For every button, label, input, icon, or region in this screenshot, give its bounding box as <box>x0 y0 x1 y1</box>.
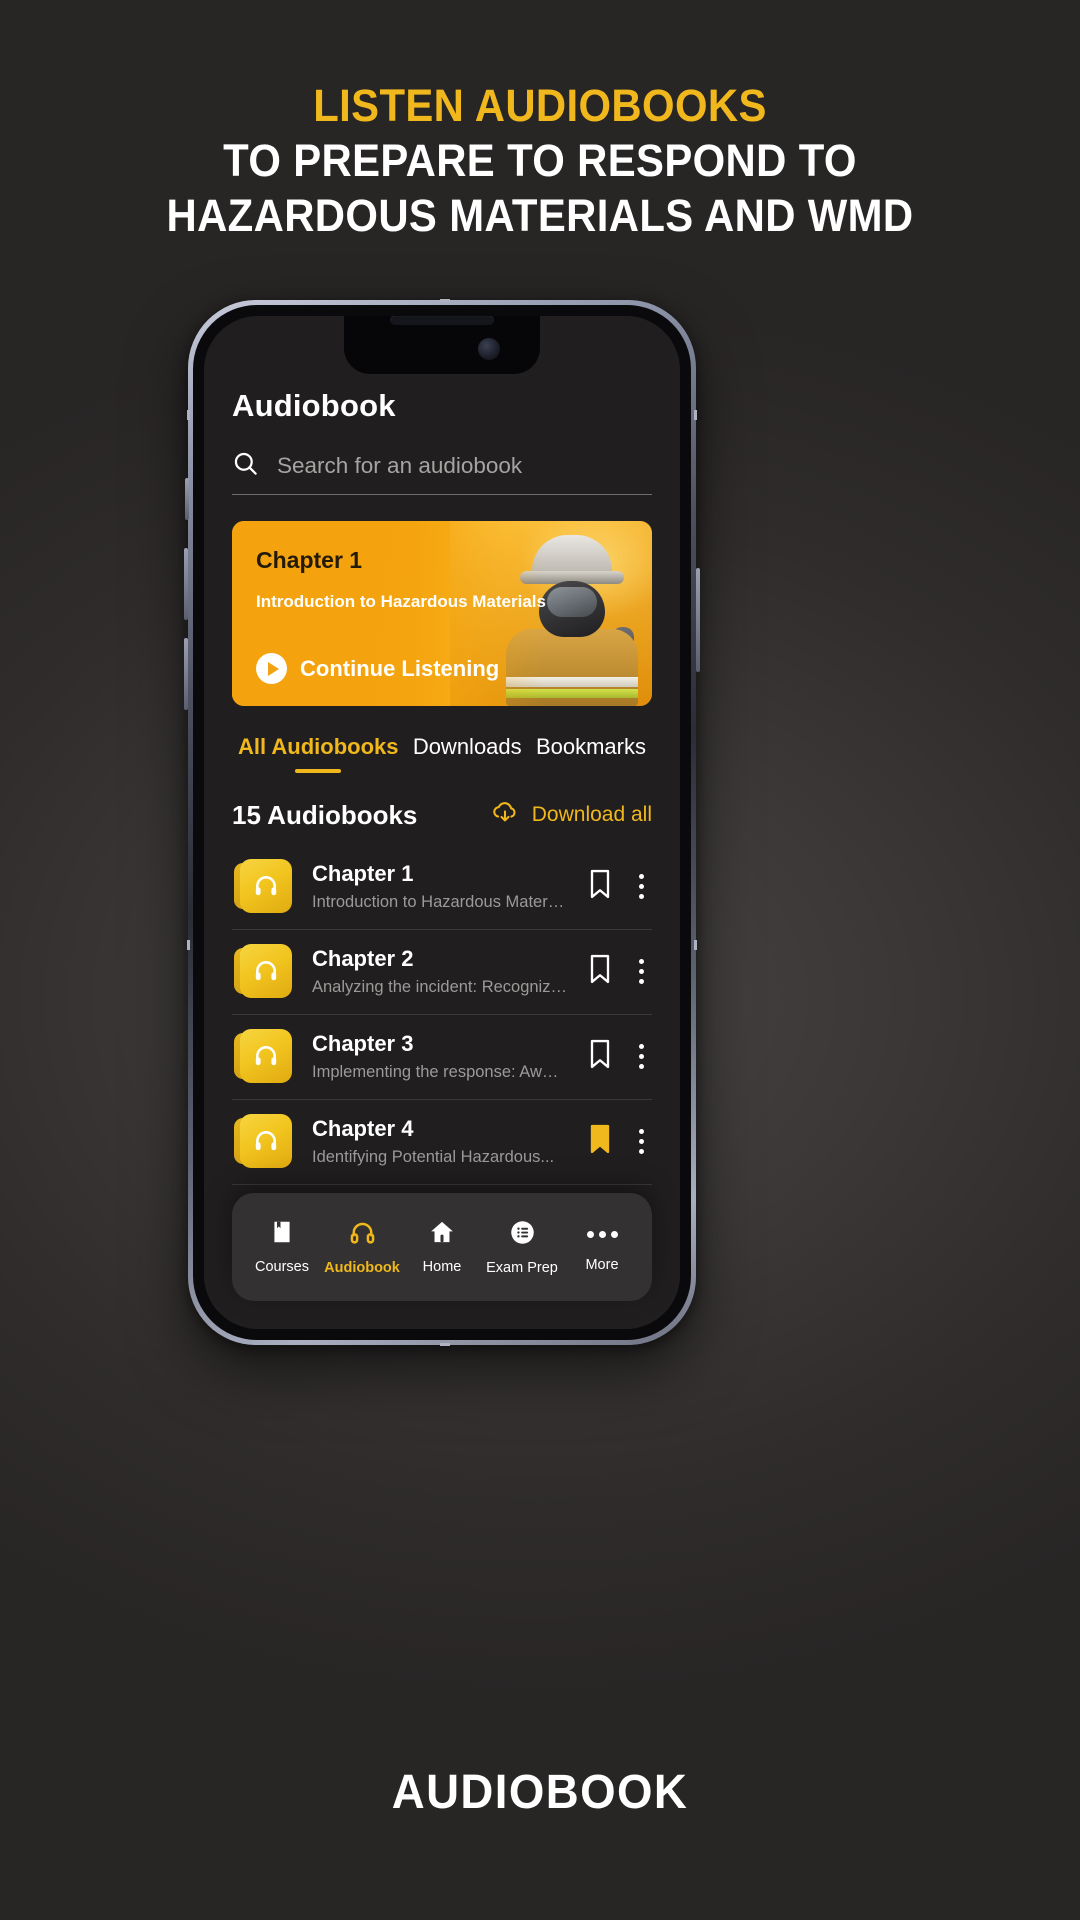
page-title: Audiobook <box>232 388 396 423</box>
bookmark-icon[interactable] <box>587 1038 613 1075</box>
table-row[interactable]: Chapter 3 Implementing the response: Awa… <box>232 1015 652 1100</box>
download-all-label: Download all <box>531 803 652 826</box>
search-input-placeholder[interactable]: Search for an audiobook <box>277 453 522 479</box>
row-more-options-icon[interactable] <box>633 955 650 988</box>
continue-listening-label: Continue Listening <box>300 655 500 681</box>
row-more-options-icon[interactable] <box>633 1125 650 1158</box>
list-circle-icon <box>509 1219 536 1251</box>
banner-subtitle: Introduction to Hazardous Materials <box>256 592 546 611</box>
antenna-line-right-bottom <box>694 940 697 950</box>
nav-item-audiobook[interactable]: Audiobook <box>324 1219 400 1276</box>
phone-screen: Audiobook Search for an audiobook Chapte… <box>204 316 680 1329</box>
table-row[interactable]: Chapter 1 Introduction to Hazardous Mate… <box>232 845 652 930</box>
nav-label-home: Home <box>422 1259 462 1275</box>
tab-bookmarks-label: Bookmarks <box>535 734 646 759</box>
antenna-line-right-top <box>694 410 697 420</box>
continue-listening-button[interactable]: Continue Listening <box>256 653 628 684</box>
footer-caption: AUDIOBOOK <box>391 1766 689 1819</box>
list-header: 15 Audiobooks Download all <box>232 799 652 831</box>
volume-up-button[interactable] <box>184 548 188 620</box>
front-camera-icon <box>478 338 500 360</box>
audiobook-thumbnail <box>234 1029 292 1083</box>
antenna-line-top <box>440 299 450 302</box>
row-subtitle: Introduction to Hazardous Materials <box>312 892 567 911</box>
nav-label-courses: Courses <box>255 1259 309 1275</box>
row-title: Chapter 3 <box>312 1030 414 1056</box>
earpiece-speaker <box>390 316 494 325</box>
row-subtitle: Identifying Potential Hazardous... <box>312 1147 555 1166</box>
audiobook-thumbnail <box>234 1114 292 1168</box>
row-subtitle: Analyzing the incident: Recognizing.... <box>312 977 567 996</box>
table-row[interactable]: Chapter 4 Identifying Potential Hazardou… <box>232 1100 652 1185</box>
nav-label-more: More <box>585 1256 619 1273</box>
headphones-icon <box>240 859 292 913</box>
antenna-line-left-bottom <box>187 940 190 950</box>
nav-label-audiobook: Audiobook <box>324 1259 400 1276</box>
headline-line-3: HAZARDOUS MATERIALS AND WMD <box>166 190 914 241</box>
row-subtitle: Implementing the response: Aware... <box>312 1062 567 1081</box>
download-all-button[interactable]: Download all <box>490 799 652 831</box>
tab-downloads-label: Downloads <box>412 734 522 759</box>
silent-switch[interactable] <box>185 478 189 520</box>
bookmark-icon[interactable] <box>587 868 613 905</box>
bookmark-icon[interactable] <box>587 953 613 990</box>
library-tabs: All Audiobooks Downloads Bookmarks <box>232 734 652 773</box>
headline-line-2: TO PREPARE TO RESPOND TO <box>223 135 857 186</box>
headline-line-1: LISTEN AUDIOBOOKS <box>313 80 767 131</box>
banner-title: Chapter 1 <box>256 547 363 573</box>
bottom-navigation-bar: Courses Audiobook Home Exam Prep More <box>232 1193 652 1301</box>
phone-mockup: Audiobook Search for an audiobook Chapte… <box>184 299 700 1346</box>
book-icon <box>269 1219 295 1250</box>
antenna-line-bottom <box>440 1343 450 1346</box>
audiobook-thumbnail <box>234 944 292 998</box>
row-title: Chapter 1 <box>312 860 414 886</box>
nav-label-exam-prep: Exam Prep <box>486 1259 558 1276</box>
headphones-icon <box>240 944 292 998</box>
phone-body: Audiobook Search for an audiobook Chapte… <box>193 305 691 1340</box>
continue-listening-banner[interactable]: Chapter 1 Introduction to Hazardous Mate… <box>232 521 652 706</box>
nav-item-more[interactable]: More <box>564 1222 640 1273</box>
row-more-options-icon[interactable] <box>633 1040 650 1073</box>
row-title: Chapter 2 <box>312 945 414 971</box>
audiobook-thumbnail <box>234 859 292 913</box>
nav-item-exam-prep[interactable]: Exam Prep <box>484 1219 560 1276</box>
nav-item-courses[interactable]: Courses <box>244 1219 320 1275</box>
phone-frame: Audiobook Search for an audiobook Chapte… <box>184 299 700 1346</box>
tab-bookmarks[interactable]: Bookmarks <box>536 734 646 760</box>
headphones-icon <box>240 1114 292 1168</box>
row-title: Chapter 4 <box>312 1115 414 1141</box>
volume-down-button[interactable] <box>184 638 188 710</box>
power-button[interactable] <box>696 568 700 672</box>
cloud-download-icon <box>490 799 520 831</box>
promo-headline: LISTEN AUDIOBOOKS TO PREPARE TO RESPOND … <box>0 78 1080 243</box>
headphones-icon <box>240 1029 292 1083</box>
tab-all-audiobooks-label: All Audiobooks <box>238 734 399 759</box>
search-icon <box>232 450 259 482</box>
headphones-icon <box>348 1219 377 1251</box>
home-icon <box>428 1219 456 1250</box>
bookmark-filled-icon[interactable] <box>587 1123 613 1160</box>
search-bar[interactable]: Search for an audiobook <box>232 450 652 495</box>
ellipsis-icon <box>586 1222 618 1248</box>
play-icon <box>256 653 287 684</box>
tab-downloads[interactable]: Downloads <box>413 734 522 760</box>
audiobook-count: 15 Audiobooks <box>232 799 418 830</box>
row-more-options-icon[interactable] <box>633 870 650 903</box>
nav-item-home[interactable]: Home <box>404 1219 480 1275</box>
table-row[interactable]: Chapter 2 Analyzing the incident: Recogn… <box>232 930 652 1015</box>
tab-active-indicator <box>295 769 342 773</box>
audiobook-app: Audiobook Search for an audiobook Chapte… <box>204 316 680 1329</box>
tab-all-audiobooks[interactable]: All Audiobooks <box>238 734 399 773</box>
antenna-line-left-top <box>187 410 190 420</box>
